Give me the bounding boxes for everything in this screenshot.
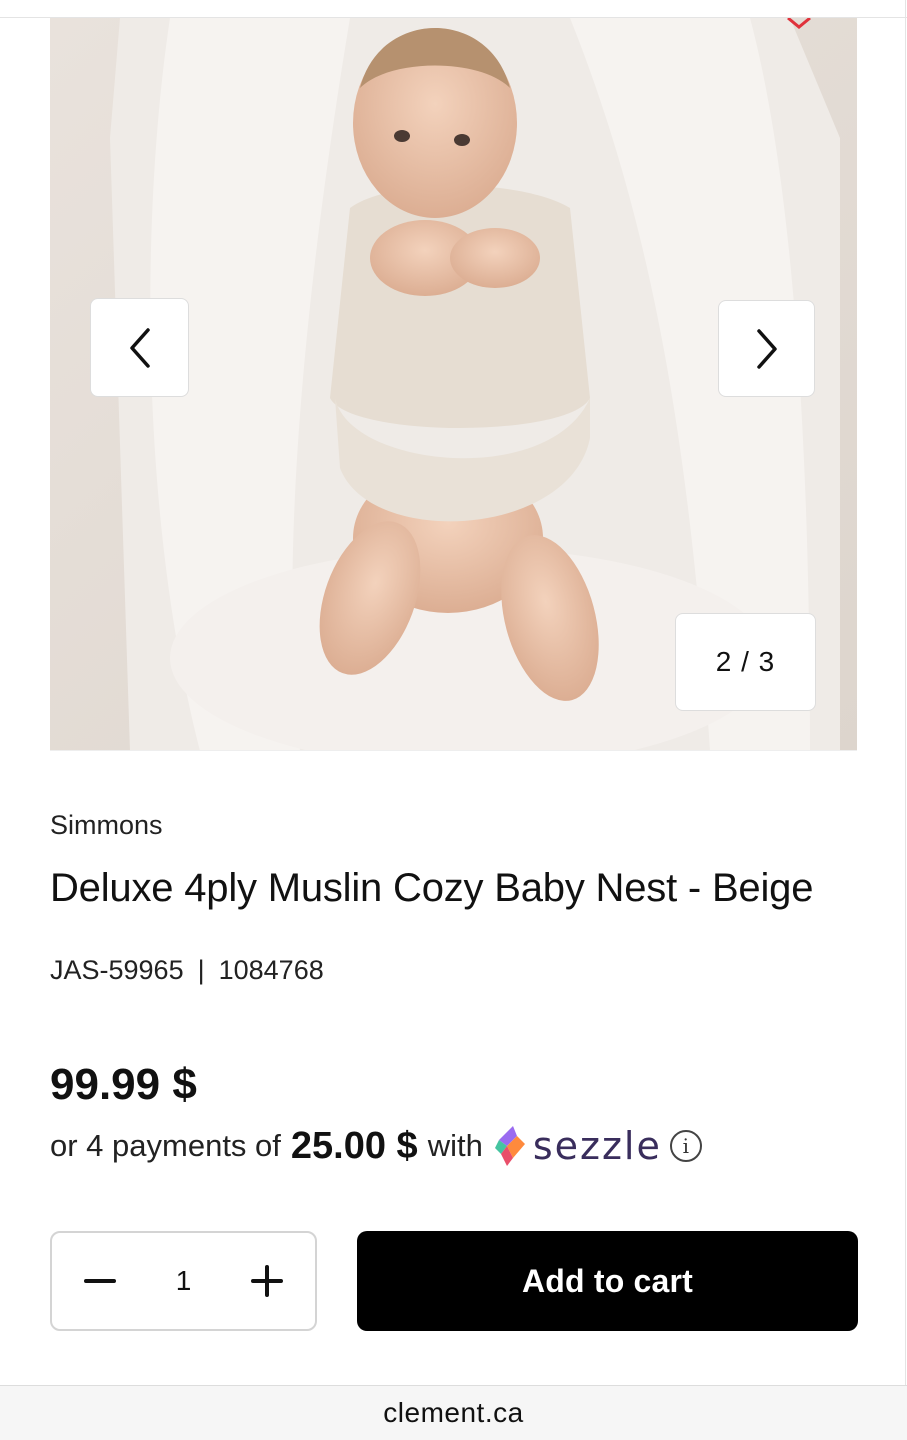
product-item-number: 1084768: [218, 955, 324, 985]
gallery-counter: 2 / 3: [675, 613, 816, 711]
quantity-stepper: [50, 1231, 317, 1331]
product-identifiers: JAS-59965 | 1084768: [50, 955, 324, 986]
chevron-left-icon: [129, 327, 150, 368]
installment-amount: 25.00 $: [290, 1124, 418, 1167]
gallery-next-button[interactable]: [718, 300, 815, 397]
plus-icon: [251, 1265, 283, 1297]
sezzle-mark-icon: [494, 1126, 525, 1166]
quantity-input[interactable]: [153, 1265, 214, 1297]
product-brand[interactable]: Simmons: [50, 810, 163, 841]
product-title: Deluxe 4ply Muslin Cozy Baby Nest - Beig…: [50, 866, 814, 910]
wishlist-heart-icon[interactable]: [785, 18, 813, 34]
quantity-decrement-button[interactable]: [78, 1259, 122, 1303]
sezzle-wordmark: sezzle: [532, 1124, 662, 1168]
info-icon[interactable]: i: [669, 1130, 702, 1162]
product-price: 99.99 $: [50, 1060, 197, 1109]
installment-offer: or 4 payments of 25.00 $ with sezzle i: [50, 1120, 702, 1172]
product-page: 2 / 3 Simmons Deluxe 4ply Muslin Cozy Ba…: [0, 0, 907, 1440]
minus-icon: [84, 1279, 116, 1283]
product-sku: JAS-59965: [50, 955, 184, 985]
quantity-increment-button[interactable]: [245, 1259, 289, 1303]
chevron-right-icon: [756, 328, 777, 369]
sezzle-logo[interactable]: sezzle: [493, 1124, 662, 1168]
add-to-cart-button[interactable]: Add to cart: [357, 1231, 858, 1331]
gallery-prev-button[interactable]: [90, 298, 189, 397]
product-image-gallery[interactable]: 2 / 3: [50, 18, 857, 751]
browser-url[interactable]: clement.ca: [383, 1397, 523, 1429]
sku-separator: |: [197, 955, 205, 985]
installment-prefix: or 4 payments of: [50, 1128, 281, 1163]
page-edge-divider: [905, 0, 906, 1385]
browser-address-bar[interactable]: clement.ca: [0, 1385, 907, 1440]
installment-with: with: [427, 1128, 483, 1163]
